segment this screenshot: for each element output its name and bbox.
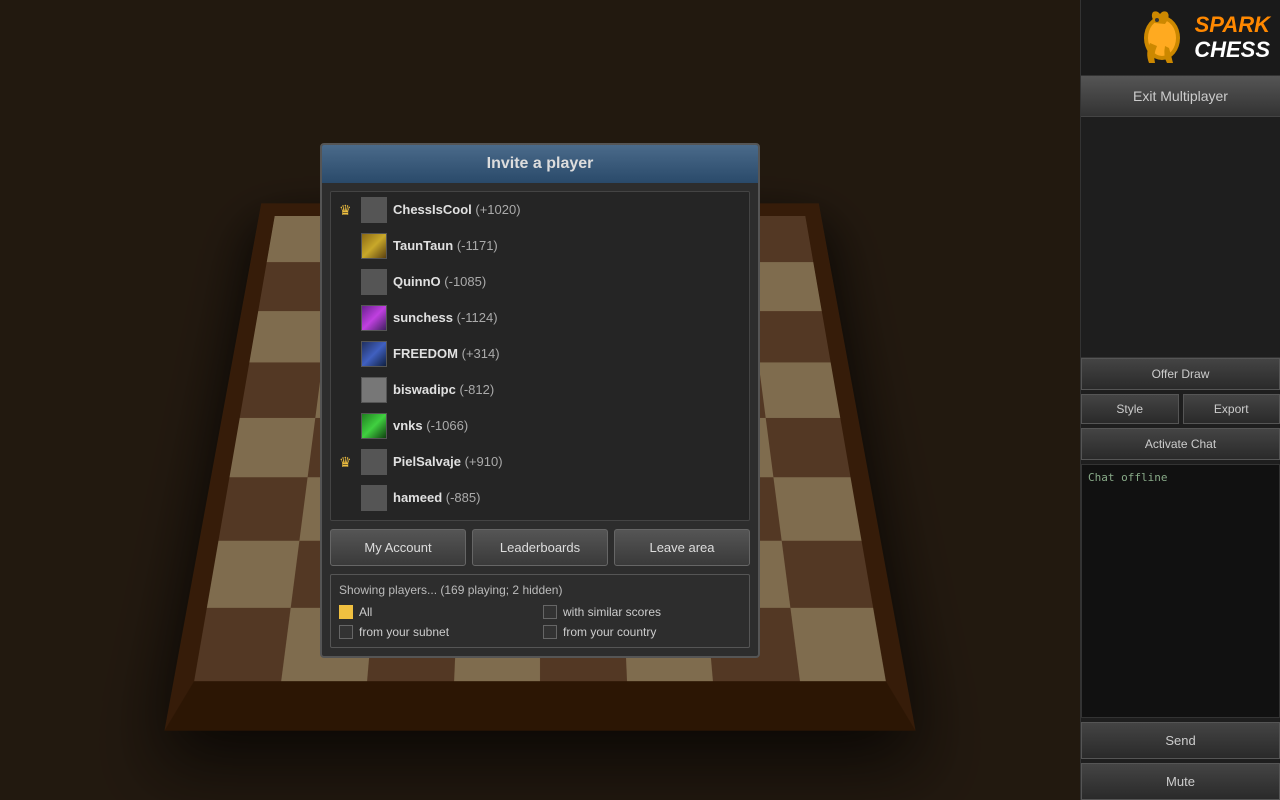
style-button[interactable]: Style [1081, 394, 1179, 424]
activate-chat-button[interactable]: Activate Chat [1081, 428, 1280, 460]
send-button[interactable]: Send [1081, 722, 1280, 759]
player-name: QuinnO (-1085) [393, 274, 741, 289]
player-name: sunchess (-1124) [393, 310, 741, 325]
player-avatar [361, 413, 387, 439]
crown-icon: ♛ [339, 454, 355, 470]
player-list-item[interactable]: FREEDOM (+314) [331, 336, 749, 372]
player-list-item[interactable]: QuinnO (-1085) [331, 264, 749, 300]
player-avatar [361, 449, 387, 475]
player-avatar [361, 485, 387, 511]
mute-button[interactable]: Mute [1081, 763, 1280, 800]
player-name: vnks (-1066) [393, 418, 741, 433]
player-name: ChessIsCool (+1020) [393, 202, 741, 217]
player-avatar [361, 377, 387, 403]
spark-chess-logo: SPARK CHESS [1194, 13, 1270, 61]
player-list-item[interactable]: chessbuff (-1104) [331, 516, 749, 521]
filter-label: All [359, 605, 372, 619]
filter-title: Showing players... (169 playing; 2 hidde… [339, 583, 741, 597]
invite-player-modal: Invite a player ♛ ChessIsCool (+1020) Taun… [320, 143, 760, 658]
exit-multiplayer-button[interactable]: Exit Multiplayer [1081, 76, 1280, 117]
right-sidebar: SPARK CHESS Exit Multiplayer Offer Draw … [1080, 0, 1280, 800]
player-list-item[interactable]: sunchess (-1124) [331, 300, 749, 336]
sidebar-middle-area [1081, 117, 1280, 358]
leaderboards-button[interactable]: Leaderboards [472, 529, 608, 566]
player-name: hameed (-885) [393, 490, 741, 505]
filter-item[interactable]: from your subnet [339, 625, 537, 639]
offer-draw-button[interactable]: Offer Draw [1081, 358, 1280, 390]
chat-offline-display: Chat offline [1081, 464, 1280, 718]
player-avatar [361, 233, 387, 259]
filter-section: Showing players... (169 playing; 2 hidde… [330, 574, 750, 648]
player-list[interactable]: ♛ ChessIsCool (+1020) TaunTaun (-1171) Quin… [330, 191, 750, 521]
filter-item[interactable]: All [339, 605, 537, 619]
player-avatar [361, 305, 387, 331]
player-list-item[interactable]: ♛ PielSalvaje (+910) [331, 444, 749, 480]
filter-item[interactable]: from your country [543, 625, 741, 639]
style-export-row: Style Export [1081, 394, 1280, 424]
crown-icon: ♛ [339, 202, 355, 218]
player-avatar [361, 341, 387, 367]
my-account-button[interactable]: My Account [330, 529, 466, 566]
player-avatar [361, 197, 387, 223]
player-list-item[interactable]: vnks (-1066) [331, 408, 749, 444]
logo-area: SPARK CHESS [1081, 0, 1280, 76]
main-chess-area: Invite a player ♛ ChessIsCool (+1020) Taun… [0, 0, 1080, 800]
modal-overlay: Invite a player ♛ ChessIsCool (+1020) Taun… [0, 0, 1080, 800]
filter-item[interactable]: with similar scores [543, 605, 741, 619]
modal-title: Invite a player [322, 145, 758, 183]
player-avatar [361, 269, 387, 295]
player-list-item[interactable]: biswadipc (-812) [331, 372, 749, 408]
player-name: biswadipc (-812) [393, 382, 741, 397]
filter-label: with similar scores [563, 605, 661, 619]
player-list-item[interactable]: TaunTaun (-1171) [331, 228, 749, 264]
filter-label: from your country [563, 625, 656, 639]
filter-checkbox[interactable] [543, 605, 557, 619]
player-list-item[interactable]: ♛ ChessIsCool (+1020) [331, 192, 749, 228]
filter-checkbox[interactable] [339, 625, 353, 639]
horse-icon [1135, 8, 1190, 68]
filter-label: from your subnet [359, 625, 449, 639]
player-list-item[interactable]: hameed (-885) [331, 480, 749, 516]
filter-grid: All with similar scores from your subnet fr… [339, 605, 741, 639]
player-name: FREEDOM (+314) [393, 346, 741, 361]
player-name: PielSalvaje (+910) [393, 454, 741, 469]
filter-checkbox[interactable] [339, 605, 353, 619]
modal-buttons: My Account Leaderboards Leave area [322, 529, 758, 574]
leave-area-button[interactable]: Leave area [614, 529, 750, 566]
filter-checkbox[interactable] [543, 625, 557, 639]
player-name: TaunTaun (-1171) [393, 238, 741, 253]
export-button[interactable]: Export [1183, 394, 1280, 424]
